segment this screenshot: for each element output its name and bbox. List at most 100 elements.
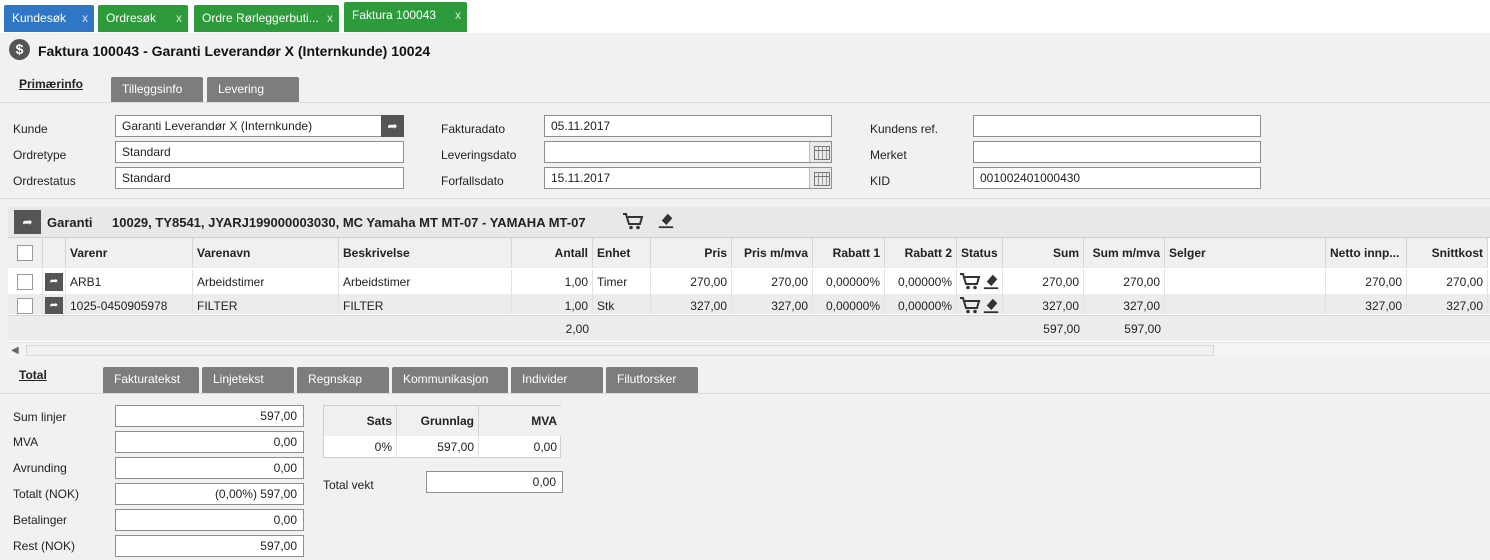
cell-mva: 0,00 [533, 440, 557, 454]
close-icon[interactable]: x [327, 5, 333, 31]
forfallsdato-field[interactable]: 15.11.2017 [544, 167, 832, 189]
cart-icon[interactable] [622, 212, 644, 230]
cell-pris[interactable]: 270,00 [651, 270, 732, 294]
scroll-left-icon[interactable]: ◀ [11, 345, 19, 356]
top-tab-ordresok[interactable]: Ordresøk x [98, 5, 188, 32]
cell-rabatt1[interactable]: 0,00000% [813, 270, 885, 294]
top-tab-faktura[interactable]: Faktura 100043 x [344, 2, 467, 32]
cell-sum-mva[interactable]: 270,00 [1084, 270, 1165, 294]
cell-antall[interactable]: 1,00 [512, 294, 593, 314]
cell-sum[interactable]: 270,00 [1003, 270, 1084, 294]
col-header-varenavn[interactable]: Varenavn [193, 238, 339, 268]
tab-kommunikasjon[interactable]: Kommunikasjon [392, 367, 508, 393]
leveringsdato-field[interactable] [544, 141, 832, 163]
tab-fakturatekst[interactable]: Fakturatekst [103, 367, 199, 393]
cell-rabatt2[interactable]: 0,00000% [885, 294, 957, 314]
cell-pris[interactable]: 327,00 [651, 294, 732, 314]
cell-varenr[interactable]: ARB1 [66, 270, 193, 294]
col-header-varenr[interactable]: Varenr [66, 238, 193, 268]
col-header-status[interactable]: Status [957, 238, 1003, 268]
ordretype-field[interactable]: Standard [115, 141, 404, 163]
col-header-rabatt2[interactable]: Rabatt 2 [885, 238, 957, 268]
tab-levering[interactable]: Levering [207, 77, 299, 103]
cell-enhet[interactable]: Stk [593, 294, 651, 314]
row-goto-button[interactable]: ➦ [45, 273, 63, 291]
cell-sum[interactable]: 327,00 [1003, 294, 1084, 314]
top-tab-ordre[interactable]: Ordre Rørleggerbuti... x [194, 5, 339, 32]
eraser-icon[interactable] [981, 272, 1001, 290]
cell-selger[interactable] [1165, 270, 1326, 294]
eraser-icon[interactable] [656, 211, 676, 229]
tab-tilleggsinfo[interactable]: Tilleggsinfo [111, 77, 203, 103]
table-row[interactable]: ➦ 1025-0450905978 FILTER FILTER 1,00 Stk… [8, 294, 1490, 314]
kundens-ref-field[interactable] [973, 115, 1261, 137]
tab-regnskap[interactable]: Regnskap [297, 367, 389, 393]
cell-snittkost[interactable]: 270,00 [1407, 270, 1488, 294]
calendar-icon[interactable] [809, 142, 831, 162]
cell-beskrivelse[interactable]: FILTER [339, 294, 512, 314]
col-header-grunnlag: Grunnlag [397, 406, 479, 436]
eraser-icon[interactable] [981, 296, 1001, 314]
ordrestatus-field[interactable]: Standard [115, 167, 404, 189]
tab-primaerinfo[interactable]: Primærinfo [8, 72, 102, 102]
ordrestatus-label: Ordrestatus [13, 174, 76, 188]
cart-icon[interactable] [959, 296, 981, 314]
cell-antall[interactable]: 1,00 [512, 270, 593, 294]
cell-pris-mva[interactable]: 270,00 [732, 270, 813, 294]
col-header-beskrivelse[interactable]: Beskrivelse [339, 238, 512, 268]
cell-rabatt1[interactable]: 0,00000% [813, 294, 885, 314]
col-header-netto[interactable]: Netto innp... [1326, 238, 1407, 268]
row-checkbox[interactable] [17, 274, 33, 290]
kid-field[interactable]: 001002401000430 [973, 167, 1261, 189]
tab-filutforsker[interactable]: Filutforsker [606, 367, 698, 393]
tab-label: Filutforsker [617, 372, 677, 386]
kunde-goto-button[interactable]: ➦ [381, 115, 404, 137]
cell-pris-mva[interactable]: 327,00 [732, 294, 813, 314]
avrunding-field[interactable]: 0,00 [115, 457, 304, 479]
totalt-field[interactable]: (0,00%) 597,00 [115, 483, 304, 505]
cell-netto[interactable]: 270,00 [1326, 270, 1407, 294]
row-checkbox[interactable] [17, 298, 33, 314]
merket-field[interactable] [973, 141, 1261, 163]
close-icon[interactable]: x [82, 5, 88, 31]
mva-field[interactable]: 0,00 [115, 431, 304, 453]
tab-total[interactable]: Total [8, 363, 100, 393]
cell-enhet[interactable]: Timer [593, 270, 651, 294]
cell-varenavn[interactable]: FILTER [193, 294, 339, 314]
top-tab-kundesok[interactable]: Kundesøk x [4, 5, 94, 32]
tab-individer[interactable]: Individer [511, 367, 603, 393]
select-all-checkbox[interactable] [17, 245, 33, 261]
kunde-field[interactable]: Garanti Leverandør X (Internkunde) [115, 115, 404, 137]
horizontal-scrollbar[interactable]: ◀ [8, 342, 1490, 358]
tab-linjetekst[interactable]: Linjetekst [202, 367, 294, 393]
scrollbar-thumb[interactable] [26, 345, 1214, 356]
col-header-sum[interactable]: Sum [1003, 238, 1084, 268]
calendar-icon[interactable] [809, 168, 831, 188]
col-header-antall[interactable]: Antall [512, 238, 593, 268]
cell-snittkost[interactable]: 327,00 [1407, 294, 1488, 314]
group-goto-button[interactable]: ➦ [14, 210, 41, 234]
cell-varenavn[interactable]: Arbeidstimer [193, 270, 339, 294]
col-header-enhet[interactable]: Enhet [593, 238, 651, 268]
col-header-rabatt1[interactable]: Rabatt 1 [813, 238, 885, 268]
rest-field[interactable]: 597,00 [115, 535, 304, 557]
col-header-selger[interactable]: Selger [1165, 238, 1326, 268]
betalinger-field[interactable]: 0,00 [115, 509, 304, 531]
fakturadato-field[interactable]: 05.11.2017 [544, 115, 832, 137]
cell-beskrivelse[interactable]: Arbeidstimer [339, 270, 512, 294]
close-icon[interactable]: x [455, 2, 461, 28]
cart-icon[interactable] [959, 272, 981, 290]
cell-rabatt2[interactable]: 0,00000% [885, 270, 957, 294]
col-header-sum-mva[interactable]: Sum m/mva [1084, 238, 1165, 268]
cell-sum-mva[interactable]: 327,00 [1084, 294, 1165, 314]
cell-selger[interactable] [1165, 294, 1326, 314]
col-header-snittkost[interactable]: Snittkost [1407, 238, 1488, 268]
close-icon[interactable]: x [176, 5, 182, 31]
row-goto-button[interactable]: ➦ [45, 297, 63, 314]
total-vekt-field[interactable]: 0,00 [426, 471, 563, 493]
col-header-pris-mva[interactable]: Pris m/mva [732, 238, 813, 268]
sum-linjer-field[interactable]: 597,00 [115, 405, 304, 427]
cell-varenr[interactable]: 1025-0450905978 [66, 294, 193, 314]
cell-netto[interactable]: 327,00 [1326, 294, 1407, 314]
col-header-pris[interactable]: Pris [651, 238, 732, 268]
